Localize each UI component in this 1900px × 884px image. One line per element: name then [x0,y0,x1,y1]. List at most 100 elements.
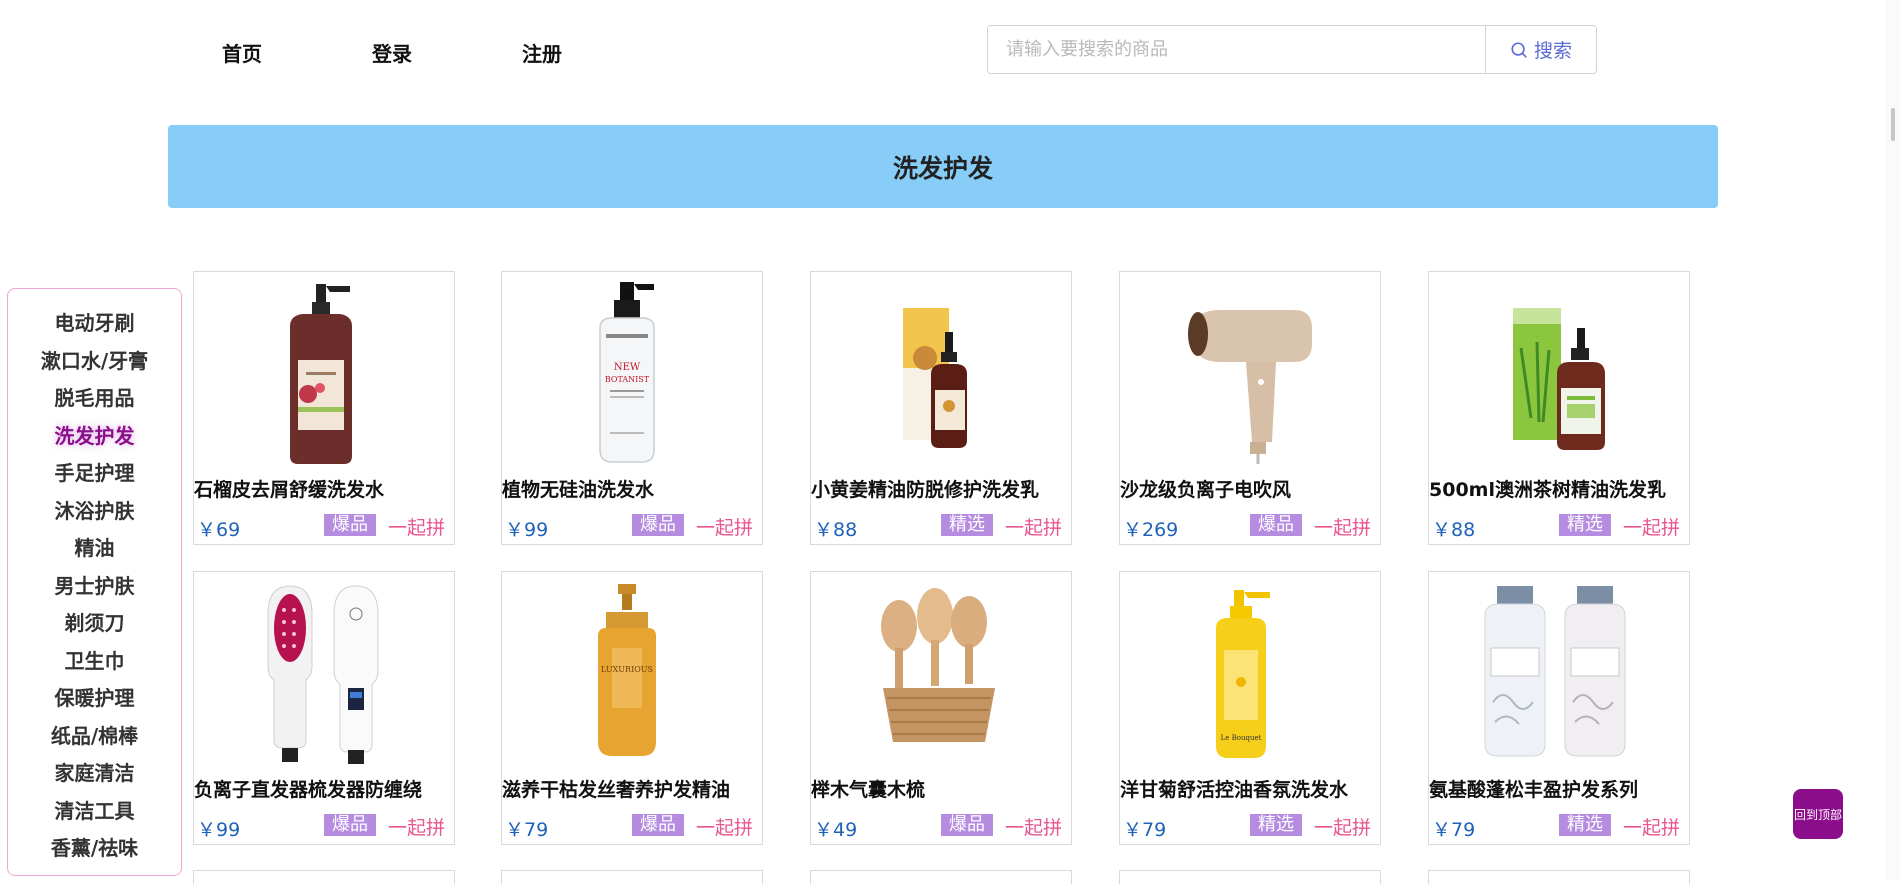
group-buy-link[interactable]: 一起拼 [696,813,753,840]
ginger-shampoo-bottle-with-box-image [903,308,967,448]
sidebar-item-essential-oil[interactable]: 精油 [8,530,181,568]
search-icon [1511,41,1527,58]
amino-acid-hair-care-bottles-image [1484,586,1626,757]
product-card[interactable]: NEW BOTANIST 植物无硅油洗发水 ￥99 爆品 一起拼 [501,271,763,545]
sidebar-item-hair-removal[interactable]: 脱毛用品 [8,380,181,418]
sidebar-item-home-cleaning[interactable]: 家庭清洁 [8,755,181,793]
product-price: ￥79 [505,819,549,841]
group-buy-link[interactable]: 一起拼 [696,513,753,540]
group-buy-link[interactable]: 一起拼 [388,813,445,840]
tea-tree-shampoo-bottle-with-box-image [1513,308,1605,450]
product-name: 滋养干枯发丝奢养护发精油 [502,779,731,801]
product-card-partial[interactable] [193,870,455,884]
hair-straightener-brush-image [267,585,379,764]
page-scrollbar[interactable] [1885,0,1900,880]
product-card[interactable]: 石榴皮去屑舒缓洗发水 ￥69 爆品 一起拼 [193,271,455,545]
group-buy-link[interactable]: 一起拼 [1005,813,1062,840]
sidebar-item-razor[interactable]: 剃须刀 [8,605,181,643]
product-price: ￥269 [1123,519,1179,541]
category-title: 洗发护发 [892,153,993,183]
product-badge: 爆品 [324,814,376,836]
sidebar-item-bath-skincare[interactable]: 沐浴护肤 [8,493,181,531]
product-name: 氨基酸蓬松丰盈护发系列 [1429,779,1639,801]
product-price: ￥99 [197,819,241,841]
product-name: 小黄姜精油防脱修护洗发乳 [811,479,1040,501]
top-navigation: 首页 登录 注册 搜索 [0,0,1900,100]
product-badge: 爆品 [632,814,684,836]
sidebar-item-electric-toothbrush[interactable]: 电动牙刷 [8,305,181,343]
product-card-partial[interactable] [810,870,1072,884]
sidebar-item-sanitary-pads[interactable]: 卫生巾 [8,643,181,681]
product-price: ￥79 [1123,819,1167,841]
sidebar-item-mouthwash-toothpaste[interactable]: 漱口水/牙膏 [8,343,181,381]
product-name: 负离子直发器梳发器防缠绕 [194,779,423,801]
product-card[interactable]: LUXURIOUS 滋养干枯发丝奢养护发精油 ￥79 爆品 一起拼 [501,571,763,845]
category-sidebar: 电动牙刷 漱口水/牙膏 脱毛用品 洗发护发 手足护理 沐浴护肤 精油 男士护肤 … [7,288,182,876]
product-badge: 爆品 [632,514,684,536]
group-buy-link[interactable]: 一起拼 [388,513,445,540]
product-badge: 精选 [1559,514,1611,536]
sidebar-item-paper-cotton-swabs[interactable]: 纸品/棉棒 [8,718,181,756]
sidebar-item-hair-care[interactable]: 洗发护发 [8,418,181,456]
product-card[interactable]: 小黄姜精油防脱修护洗发乳 ￥88 精选 一起拼 [810,271,1072,545]
product-card[interactable]: 负离子直发器梳发器防缠绕 ￥99 爆品 一起拼 [193,571,455,845]
product-card[interactable]: Le Bouquet 洋甘菊舒活控油香氛洗发水 ￥79 精选 一起拼 [1119,571,1381,845]
group-buy-link[interactable]: 一起拼 [1623,813,1680,840]
product-price: ￥69 [197,519,241,541]
product-badge: 精选 [941,514,993,536]
hair-oil-bottle-image: LUXURIOUS [598,584,656,756]
nav-login-link[interactable]: 登录 [372,38,412,67]
category-banner: 洗发护发 [168,125,1718,208]
product-badge: 爆品 [324,514,376,536]
search-button[interactable]: 搜索 [1485,26,1596,73]
product-card[interactable]: 氨基酸蓬松丰盈护发系列 ￥79 精选 一起拼 [1428,571,1690,845]
product-card-partial[interactable] [1119,870,1381,884]
product-badge: 爆品 [1250,514,1302,536]
pomegranate-shampoo-bottle-image [290,284,352,464]
product-card-partial[interactable] [501,870,763,884]
product-name: 洋甘菊舒活控油香氛洗发水 [1120,779,1349,801]
product-badge: 精选 [1559,814,1611,836]
group-buy-link[interactable]: 一起拼 [1314,513,1371,540]
product-name: 500ml澳洲茶树精油洗发乳 [1429,479,1666,501]
search-input[interactable] [988,26,1485,73]
product-price: ￥99 [505,519,549,541]
back-to-top-button[interactable]: 回到顶部 [1793,789,1843,839]
sidebar-item-mens-skincare[interactable]: 男士护肤 [8,568,181,606]
hair-dryer-image [1188,310,1312,464]
product-card[interactable]: 榉木气囊木梳 ￥49 爆品 一起拼 [810,571,1072,845]
group-buy-link[interactable]: 一起拼 [1314,813,1371,840]
product-card-partial[interactable] [1428,870,1690,884]
wooden-combs-basket-image [881,588,995,742]
product-badge: 爆品 [941,814,993,836]
product-name: 沙龙级负离子电吹风 [1120,479,1292,501]
svg-text:LUXURIOUS: LUXURIOUS [601,665,653,674]
sidebar-item-aroma-deodorant[interactable]: 香薰/祛味 [8,830,181,868]
product-name: 榉木气囊木梳 [811,779,926,801]
nav-home-link[interactable]: 首页 [222,38,262,67]
sidebar-item-hand-foot-care[interactable]: 手足护理 [8,455,181,493]
product-price: ￥88 [814,519,858,541]
group-buy-link[interactable]: 一起拼 [1623,513,1680,540]
product-price: ￥79 [1432,819,1476,841]
product-card[interactable]: 沙龙级负离子电吹风 ￥269 爆品 一起拼 [1119,271,1381,545]
svg-text:Le Bouquet: Le Bouquet [1221,734,1262,742]
product-badge: 精选 [1250,814,1302,836]
clear-pump-shampoo-bottle-image: NEW BOTANIST [599,282,655,463]
product-card[interactable]: 500ml澳洲茶树精油洗发乳 ￥88 精选 一起拼 [1428,271,1690,545]
group-buy-link[interactable]: 一起拼 [1005,513,1062,540]
yellow-chamomile-shampoo-bottle-image: Le Bouquet [1216,590,1270,758]
product-name: 石榴皮去屑舒缓洗发水 [194,479,385,501]
search-bar: 搜索 [987,25,1597,74]
product-price: ￥49 [814,819,858,841]
product-name: 植物无硅油洗发水 [502,479,655,501]
scrollbar-thumb[interactable] [1891,108,1895,141]
product-price: ￥88 [1432,519,1476,541]
sidebar-item-cleaning-tools[interactable]: 清洁工具 [8,793,181,831]
svg-text:NEW: NEW [614,362,641,373]
nav-register-link[interactable]: 注册 [522,38,562,67]
svg-text:BOTANIST: BOTANIST [605,375,650,384]
back-to-top-label: 回到顶部 [1793,807,1842,822]
search-button-label: 搜索 [1533,40,1572,62]
sidebar-item-warmth-care[interactable]: 保暖护理 [8,680,181,718]
